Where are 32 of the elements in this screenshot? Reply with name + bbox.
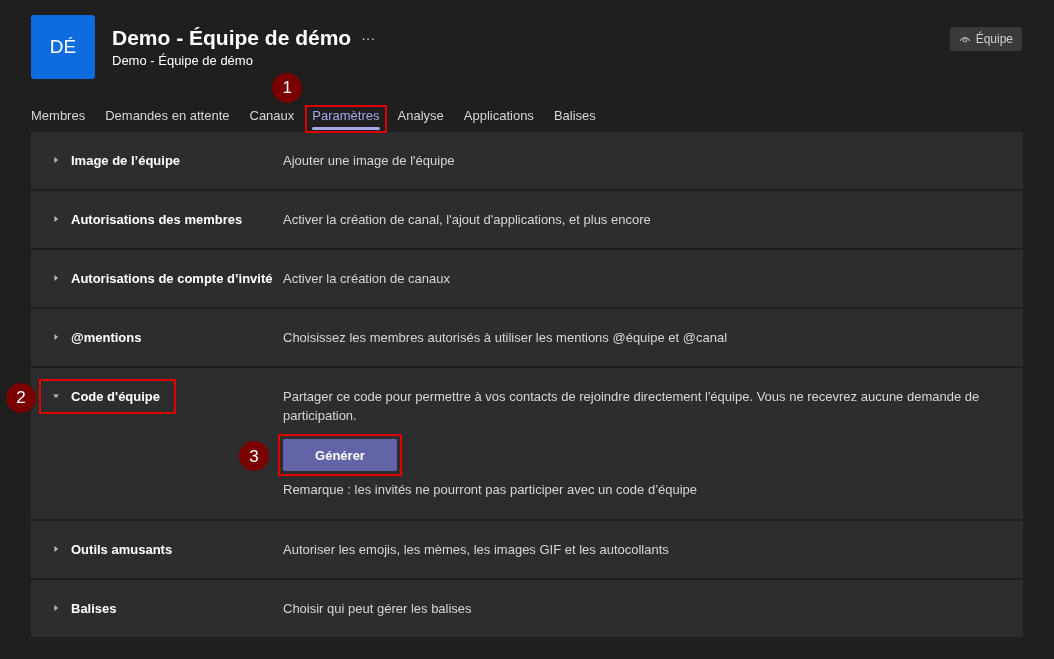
- section-description: Activer la création de canal, l'ajout d'applications, et plus encore: [283, 211, 652, 229]
- tab[interactable]: Analyse: [397, 107, 444, 131]
- tab[interactable]: Demandes en attente: [105, 107, 230, 131]
- tab[interactable]: Paramètres: [307, 107, 385, 131]
- section-description: Partager ce code pour permettre à vos contacts de rejoindre directement l'équipe. Vous ne recevrez aucune demande de participation.: [283, 388, 981, 425]
- visibility-label: Équipe: [975, 30, 1013, 48]
- section-description: Choisir qui peut gérer les balises: [283, 600, 473, 618]
- eye-icon: [958, 35, 971, 43]
- section-note: Remarque : les invités ne pourront pas participer avec un code d’équipe: [283, 481, 699, 499]
- tab[interactable]: Canaux: [249, 107, 295, 131]
- section-description: Activer la création de canaux: [283, 270, 451, 288]
- team-title: Demo - Équipe de démo: [112, 25, 352, 51]
- section-toggle[interactable]: Balises: [53, 599, 117, 618]
- section-description: Choisissez les membres autorisés à utiliser les mentions @équipe et @canal: [283, 329, 729, 347]
- more-options-button[interactable]: ···: [361, 31, 376, 45]
- section-toggle[interactable]: Outils amusants: [53, 540, 173, 559]
- callout-number: 1: [272, 73, 303, 103]
- tab[interactable]: Applications: [463, 107, 534, 131]
- section-description: Ajouter une image de l'équipe: [283, 152, 456, 170]
- section-description: Autoriser les emojis, les mèmes, les images GIF et les autocollants: [283, 541, 670, 559]
- section-toggle[interactable]: @mentions: [53, 328, 142, 347]
- tab[interactable]: Membres: [31, 107, 86, 131]
- section-toggle[interactable]: Code d'équipe: [41, 381, 175, 412]
- section-toggle[interactable]: Autorisations des membres: [53, 210, 243, 229]
- section-toggle[interactable]: Image de l’équipe: [53, 151, 181, 170]
- team-subtitle: Demo - Équipe de démo: [112, 52, 254, 70]
- section-toggle[interactable]: Autorisations de compte d’invité: [53, 269, 273, 288]
- generate-button[interactable]: Générer: [283, 439, 397, 471]
- callout-number: 3: [239, 441, 269, 471]
- team-avatar: DÉ: [31, 15, 95, 79]
- tab[interactable]: Balises: [553, 107, 596, 131]
- callout-number: 2: [6, 383, 36, 413]
